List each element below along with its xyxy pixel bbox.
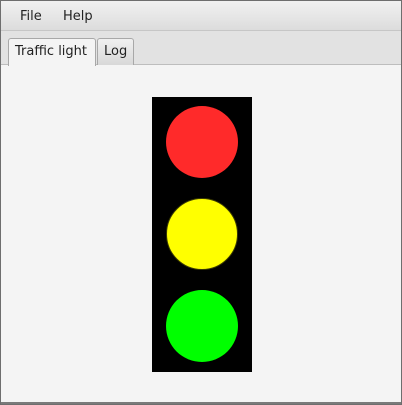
menu-bar: File Help	[1, 1, 401, 31]
traffic-light-panel	[1, 65, 401, 404]
menu-file[interactable]: File	[16, 7, 46, 27]
green-lamp	[166, 290, 238, 362]
window-bottom-border	[1, 402, 401, 404]
tab-traffic-light[interactable]: Traffic light	[8, 38, 96, 66]
traffic-light-housing	[152, 97, 252, 372]
app-window: File Help Traffic light Log	[0, 0, 402, 405]
yellow-lamp	[166, 198, 238, 270]
tab-log[interactable]: Log	[97, 38, 134, 65]
menu-help[interactable]: Help	[59, 7, 97, 27]
red-lamp	[166, 106, 238, 178]
tab-bar: Traffic light Log	[1, 31, 401, 66]
